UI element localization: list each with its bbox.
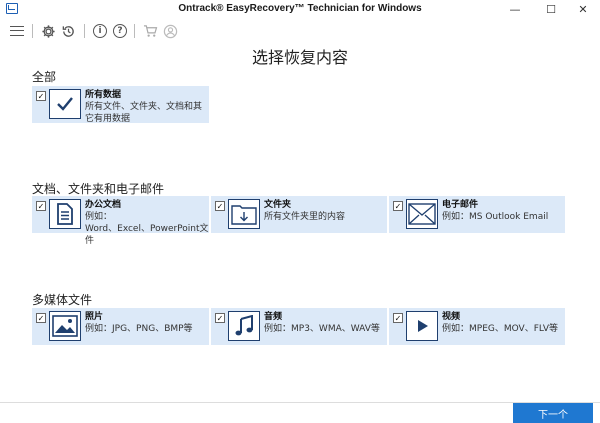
help-icon[interactable]: ? [112,22,128,40]
checkbox-audio[interactable]: ✓ [215,313,225,323]
card-desc-line1: 例如：MS Outlook Email [442,212,549,222]
card-heading: 办公文档 [85,200,122,210]
title-bar: Ontrack® EasyRecovery™ Technician for Wi… [0,0,600,18]
section-title-all: 全部 [32,70,57,84]
checkbox-email[interactable]: ✓ [393,201,403,211]
card-video-text: 视频 例如：MPEG、MOV、FLV等 [442,311,558,335]
checkbox-all-data[interactable]: ✓ [36,91,46,101]
card-desc-line1: 例如： [85,212,113,222]
user-account-icon[interactable] [162,22,178,40]
card-video[interactable]: ✓ 视频 例如：MPEG、MOV、FLV等 [389,308,565,345]
info-icon[interactable]: i [92,22,108,40]
toolbar-divider [84,24,85,38]
card-desc-line2: 它有用数据 [85,114,131,124]
cart-icon[interactable] [142,22,158,40]
section-title-docs: 文档、文件夹和电子邮件 [32,182,165,196]
play-icon [406,311,438,341]
footer-divider [0,402,600,403]
image-icon [49,311,81,341]
card-heading: 文件夹 [264,200,292,210]
card-email[interactable]: ✓ 电子邮件 例如：MS Outlook Email [389,196,565,233]
maximize-button[interactable]: ☐ [534,0,568,18]
envelope-icon [406,199,438,229]
checkbox-office-docs[interactable]: ✓ [36,201,46,211]
card-photos[interactable]: ✓ 照片 例如：JPG、PNG、BMP等 [32,308,209,345]
toolbar: i ? [0,20,600,42]
page-title: 选择恢复内容 [251,48,348,67]
music-note-icon [228,311,260,341]
card-heading: 所有数据 [85,90,122,100]
card-desc-line1: 所有文件、文件夹、文档和其 [85,102,203,112]
checkmark-icon [49,89,81,119]
next-button[interactable]: 下一个 [513,403,593,423]
checkbox-folders[interactable]: ✓ [215,201,225,211]
checkbox-photos[interactable]: ✓ [36,313,46,323]
card-desc-line1: 例如：JPG、PNG、BMP等 [85,324,193,334]
folder-download-icon [228,199,260,229]
restore-history-icon[interactable] [60,22,76,40]
card-desc-line1: 所有文件夹里的内容 [264,212,346,222]
card-folders[interactable]: ✓ 文件夹 所有文件夹里的内容 [211,196,387,233]
card-heading: 照片 [85,312,104,322]
toolbar-divider [32,24,33,38]
card-office-docs-text: 办公文档 例如： Word、Excel、PowerPoint文件 [85,199,209,247]
card-desc-line1: 例如：MP3、WMA、WAV等 [264,324,380,334]
card-folders-text: 文件夹 所有文件夹里的内容 [264,199,345,223]
card-audio-text: 音频 例如：MP3、WMA、WAV等 [264,311,380,335]
card-audio[interactable]: ✓ 音频 例如：MP3、WMA、WAV等 [211,308,387,345]
gear-icon[interactable] [40,22,56,40]
hamburger-menu-icon[interactable] [8,22,26,40]
card-heading: 电子邮件 [442,200,479,210]
card-heading: 音频 [264,312,283,322]
card-photos-text: 照片 例如：JPG、PNG、BMP等 [85,311,193,335]
card-office-docs[interactable]: ✓ 办公文档 例如： Word、Excel、PowerPoint文件 [32,196,209,246]
close-button[interactable]: ✕ [566,0,600,18]
section-title-media: 多媒体文件 [32,293,93,307]
card-email-text: 电子邮件 例如：MS Outlook Email [442,199,548,223]
card-all-data-text: 所有数据 所有文件、文件夹、文档和其 它有用数据 [85,89,202,125]
card-all-data[interactable]: ✓ 所有数据 所有文件、文件夹、文档和其 它有用数据 [32,86,209,125]
card-desc-line1: 例如：MPEG、MOV、FLV等 [442,324,559,334]
minimize-button[interactable]: — [498,0,532,18]
toolbar-divider [134,24,135,38]
card-heading: 视频 [442,312,461,322]
card-desc-line2: Word、Excel、PowerPoint文件 [85,224,209,246]
document-icon [49,199,81,229]
checkbox-video[interactable]: ✓ [393,313,403,323]
